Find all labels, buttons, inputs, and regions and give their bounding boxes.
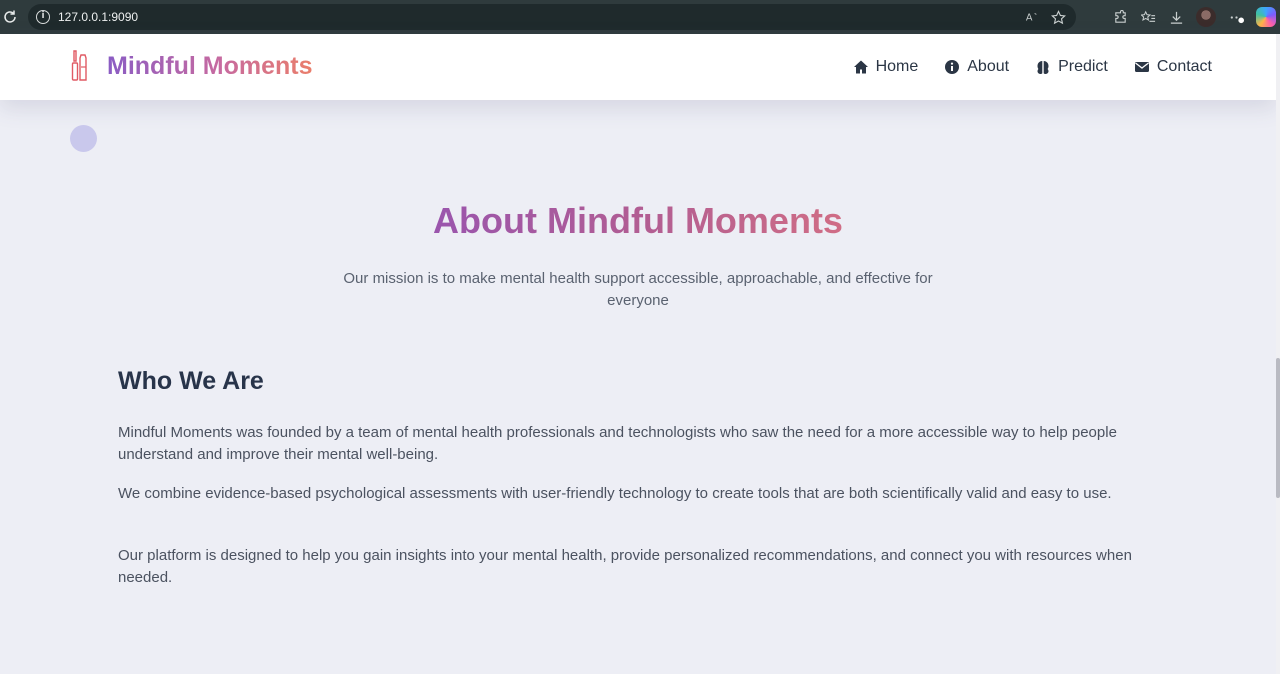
nav-about[interactable]: About [944, 58, 1009, 76]
download-icon[interactable] [1168, 9, 1184, 25]
more-options-icon[interactable] [1228, 9, 1244, 25]
read-aloud-icon[interactable]: A [1024, 9, 1040, 25]
favorite-star-icon[interactable] [1050, 9, 1066, 25]
nav-contact-label: Contact [1156, 58, 1212, 75]
site-info-icon[interactable]: i [36, 10, 50, 24]
section-title-who-we-are: Who We Are [118, 367, 264, 395]
svg-text:A: A [1026, 13, 1033, 24]
scrollbar-thumb[interactable] [1276, 358, 1280, 498]
nav-predict-label: Predict [1058, 58, 1108, 75]
brain-icon [1037, 61, 1049, 74]
nav-home[interactable]: Home [853, 58, 919, 76]
nav-home-label: Home [875, 58, 919, 75]
envelope-icon [1134, 62, 1149, 72]
browser-toolbar: i 127.0.0.1:9090 A [0, 0, 1280, 34]
favorites-list-icon[interactable] [1140, 9, 1156, 25]
nav-predict[interactable]: Predict [1035, 58, 1108, 76]
nav-about-label: About [967, 58, 1010, 75]
about-paragraph: We combine evidence-based psychological … [118, 485, 1112, 502]
page-subtitle: Our mission is to make mental health sup… [343, 270, 933, 309]
page-scrollbar[interactable] [1276, 34, 1280, 674]
copilot-icon[interactable] [1256, 7, 1276, 27]
brand-name: Mindful Moments [107, 51, 313, 80]
address-bar[interactable]: i 127.0.0.1:9090 A [28, 4, 1076, 30]
home-icon [853, 60, 868, 74]
site-header: Mindful Moments Home About Predict Conta… [0, 34, 1276, 100]
page-title-text: About Mindful Moments [433, 200, 843, 241]
address-url[interactable]: 127.0.0.1:9090 [58, 10, 138, 24]
decorative-bubble [70, 125, 97, 152]
reload-icon[interactable] [2, 9, 18, 25]
about-paragraph: Our platform is designed to help you gai… [118, 547, 1132, 586]
main-nav: Home About Predict Contact [853, 58, 1212, 76]
page-title: About Mindful Moments [0, 200, 1276, 242]
makeup-brush-icon [70, 49, 90, 83]
profile-avatar[interactable] [1196, 7, 1216, 27]
extensions-icon[interactable] [1112, 9, 1128, 25]
brand-logo[interactable]: Mindful Moments [70, 49, 313, 83]
nav-contact[interactable]: Contact [1134, 58, 1212, 76]
about-paragraph: Mindful Moments was founded by a team of… [118, 424, 1117, 463]
info-icon [945, 60, 960, 74]
